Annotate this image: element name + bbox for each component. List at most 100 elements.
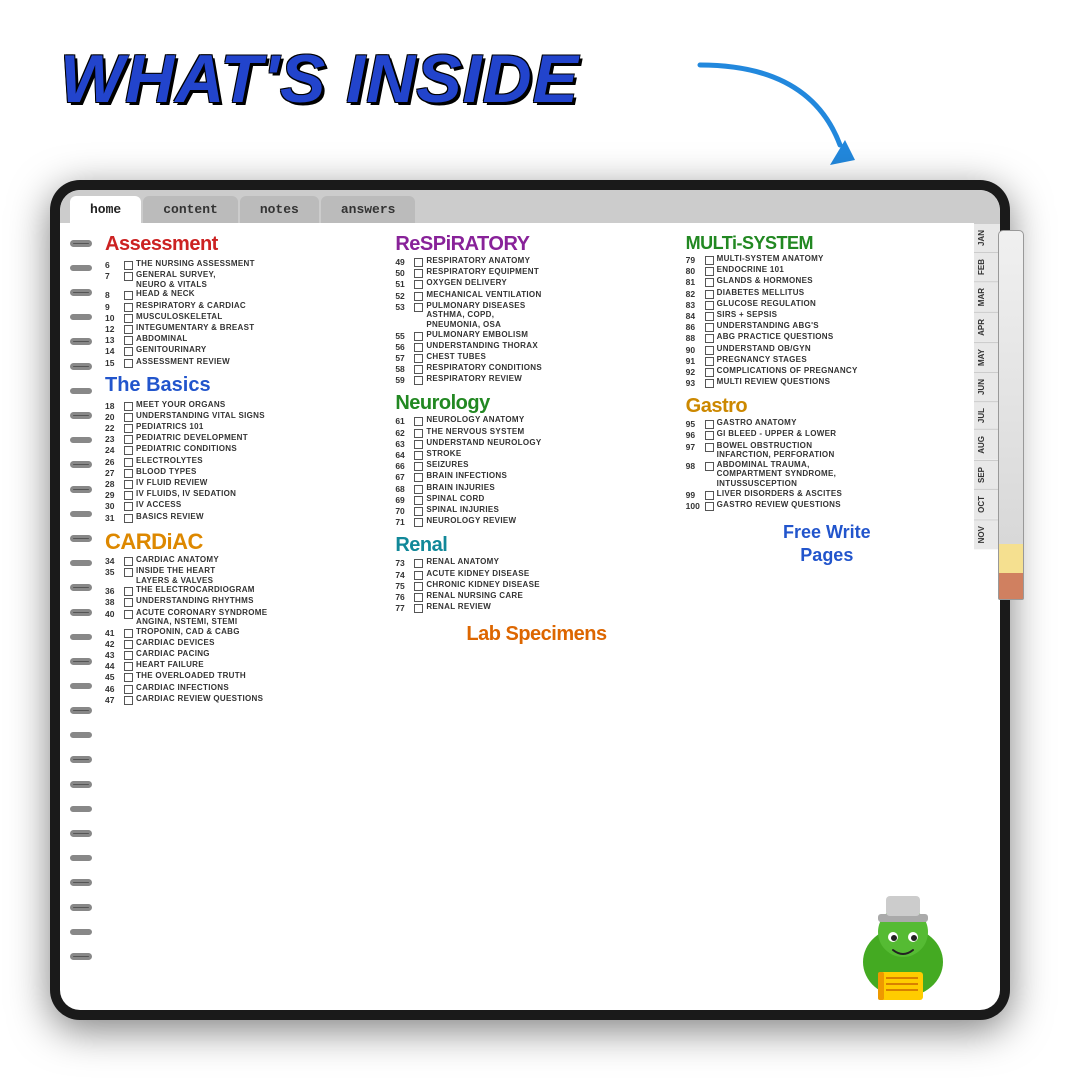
pear-mascot [848, 882, 958, 1002]
list-item: 53Pulmonary DiseasesAsthma, COPD,Pneumon… [395, 301, 677, 330]
tab-aug[interactable]: AUG [974, 429, 1000, 460]
tab-sep[interactable]: SEP [974, 460, 1000, 489]
list-item: 79Multi-System Anatomy [686, 254, 968, 265]
list-item: 57Chest Tubes [395, 352, 677, 363]
multisystem-title: MULTi-SYSTEM [686, 233, 968, 254]
section-basics: The Basics 18Meet Your Organs 20Understa… [105, 374, 387, 523]
list-item: 66Seizures [395, 460, 677, 471]
respiratory-title: ReSPiRATORY [395, 233, 677, 256]
list-item: 42Cardiac Devices [105, 638, 387, 649]
tab-oct[interactable]: OCT [974, 489, 1000, 519]
spiral-binding [70, 240, 95, 960]
list-item: 20Understanding Vital Signs [105, 411, 387, 422]
list-item: 13Abdominal [105, 334, 387, 345]
section-respiratory: ReSPiRATORY 49Respiratory Anatomy 50Resp… [395, 233, 677, 385]
section-renal: Renal 73Renal Anatomy 74Acute Kidney Dis… [395, 534, 677, 613]
list-item: 69Spinal Cord [395, 494, 677, 505]
list-item: 77Renal Review [395, 602, 677, 613]
list-item: 82Diabetes Mellitus [686, 288, 968, 299]
freewrite-title: Free WritePages [686, 521, 968, 568]
list-item: 58Respiratory Conditions [395, 363, 677, 374]
list-item: 29IV Fluids, IV Sedation [105, 489, 387, 500]
list-item: 73Renal Anatomy [395, 557, 677, 568]
list-item: 15Assessment Review [105, 357, 387, 368]
basics-title: The Basics [105, 374, 387, 397]
list-item: 52Mechanical Ventilation [395, 290, 677, 301]
list-item: 24Pediatric Conditions [105, 444, 387, 455]
list-item: 18Meet Your Organs [105, 400, 387, 411]
list-item: 93Multi Review Questions [686, 377, 968, 388]
section-gastro: Gastro 95Gastro Anatomy 96GI Bleed - Upp… [686, 395, 968, 511]
list-item: 59Respiratory Review [395, 374, 677, 385]
lab-title: Lab Specimens [395, 623, 677, 646]
list-item: 96GI Bleed - Upper & Lower [686, 429, 968, 440]
tablet-device: home content notes answers JAN FEB MAR A… [50, 180, 1010, 1020]
list-item: 36The Electrocardiogram [105, 585, 387, 596]
list-item: 22Pediatrics 101 [105, 422, 387, 433]
cardiac-title: CARDiAC [105, 529, 387, 555]
tab-jul[interactable]: JUL [974, 401, 1000, 429]
list-item: 80Endocrine 101 [686, 265, 968, 276]
section-multisystem: MULTi-SYSTEM 79Multi-System Anatomy 80En… [686, 233, 968, 388]
list-item: 8Head & Neck [105, 289, 387, 300]
list-item: 88ABG Practice Questions [686, 332, 968, 343]
list-item: 68Brain Injuries [395, 483, 677, 494]
tab-jan[interactable]: JAN [974, 223, 1000, 252]
section-assessment: Assessment 6The Nursing Assessment 7Gene… [105, 233, 387, 368]
section-cardiac: CARDiAC 34Cardiac Anatomy 35Inside the H… [105, 529, 387, 705]
list-item: 10Musculoskeletal [105, 312, 387, 323]
list-item: 84SIRS + Sepsis [686, 310, 968, 321]
list-item: 70Spinal Injuries [395, 505, 677, 516]
list-item: 62The Nervous System [395, 427, 677, 438]
mascot-container [686, 575, 968, 1002]
list-item: 43Cardiac Pacing [105, 649, 387, 660]
list-item: 41Troponin, CAD & CABG [105, 627, 387, 638]
list-item: 26Electrolytes [105, 456, 387, 467]
list-item: 49Respiratory Anatomy [395, 256, 677, 267]
list-item: 30IV Access [105, 500, 387, 511]
list-item: 90Understand OB/GYN [686, 344, 968, 355]
list-item: 47Cardiac Review Questions [105, 694, 387, 705]
tab-jun[interactable]: JUN [974, 372, 1000, 401]
column-3: MULTi-SYSTEM 79Multi-System Anatomy 80En… [686, 233, 968, 1002]
list-item: 91Pregnancy Stages [686, 355, 968, 366]
column-1: Assessment 6The Nursing Assessment 7Gene… [105, 233, 387, 1002]
list-item: 31Basics Review [105, 512, 387, 523]
list-item: 40Acute Coronary SyndromeAngina, NSTEMI,… [105, 608, 387, 627]
arrow-decoration [690, 55, 860, 185]
section-lab: Lab Specimens [395, 623, 677, 646]
tab-home[interactable]: home [70, 196, 141, 223]
list-item: 14Genitourinary [105, 345, 387, 356]
list-item: 6The Nursing Assessment [105, 259, 387, 270]
section-neurology: Neurology 61Neurology Anatomy 62The Nerv… [395, 392, 677, 527]
tab-mar[interactable]: MAR [974, 281, 1000, 312]
list-item: 61Neurology Anatomy [395, 415, 677, 426]
neurology-title: Neurology [395, 392, 677, 415]
list-item: 38Understanding Rhythms [105, 596, 387, 607]
list-item: 75Chronic Kidney Disease [395, 580, 677, 591]
tab-nov[interactable]: NOV [974, 519, 1000, 549]
list-item: 50Respiratory Equipment [395, 267, 677, 278]
list-item: 64Stroke [395, 449, 677, 460]
list-item: 71Neurology Review [395, 516, 677, 527]
list-item: 97Bowel ObstructionInfarction, Perforati… [686, 441, 968, 460]
tab-may[interactable]: MAY [974, 342, 1000, 372]
tab-notes[interactable]: notes [240, 196, 319, 223]
list-item: 95Gastro Anatomy [686, 418, 968, 429]
list-item: 99Liver Disorders & Ascites [686, 489, 968, 500]
navbar: home content notes answers [60, 190, 1000, 223]
tablet-screen: home content notes answers JAN FEB MAR A… [60, 190, 1000, 1010]
list-item: 56Understanding Thorax [395, 341, 677, 352]
tab-apr[interactable]: APR [974, 312, 1000, 342]
renal-title: Renal [395, 534, 677, 557]
list-item: 67Brain Infections [395, 471, 677, 482]
list-item: 46Cardiac Infections [105, 683, 387, 694]
assessment-title: Assessment [105, 233, 387, 256]
tab-feb[interactable]: FEB [974, 252, 1000, 281]
tab-answers[interactable]: answers [321, 196, 416, 223]
list-item: 100Gastro Review Questions [686, 500, 968, 511]
list-item: 98Abdominal Trauma,Compartment Syndrome,… [686, 460, 968, 489]
list-item: 23Pediatric Development [105, 433, 387, 444]
list-item: 7General Survey,Neuro & Vitals [105, 270, 387, 289]
tab-content[interactable]: content [143, 196, 238, 223]
